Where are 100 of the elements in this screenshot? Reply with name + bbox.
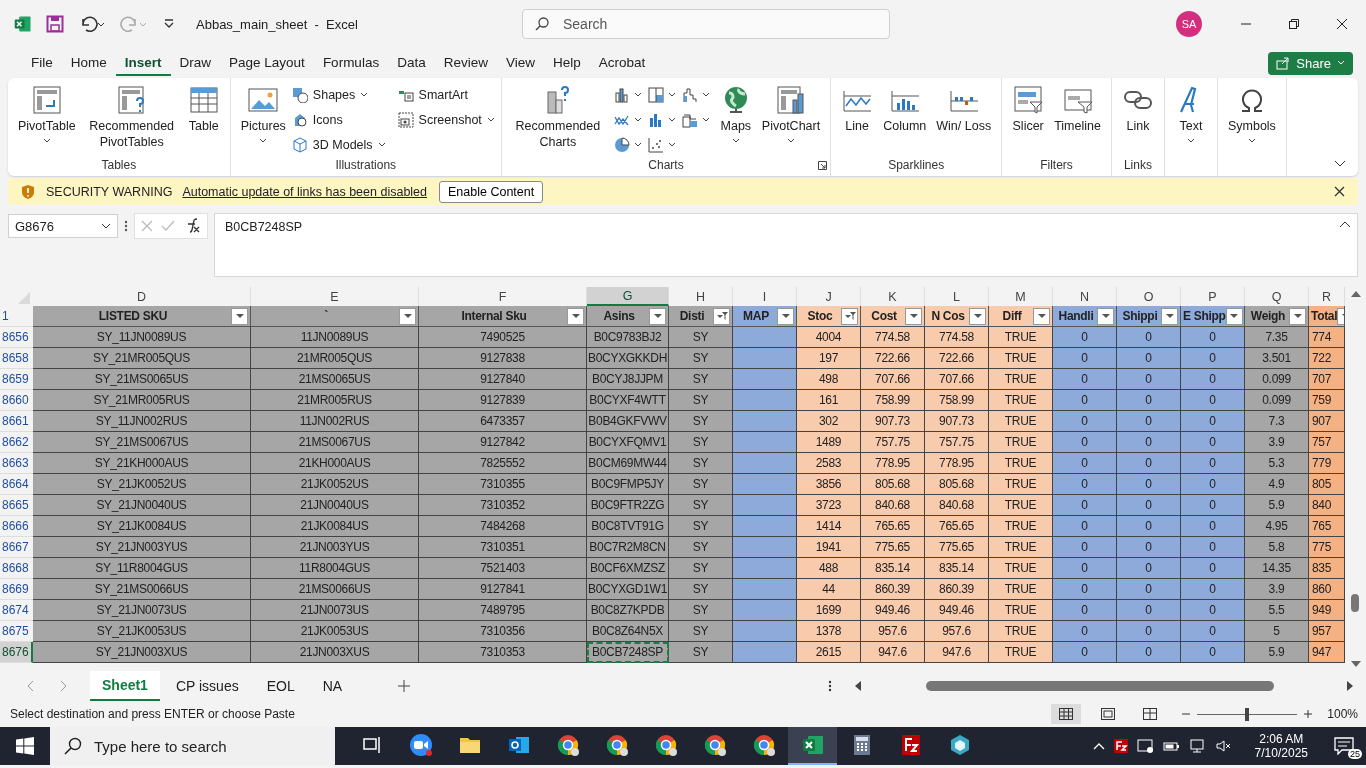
zoom-slider-thumb[interactable] <box>1245 707 1250 721</box>
menu-tab[interactable]: Help <box>543 50 590 76</box>
ribbon-button[interactable]: Recommended Charts <box>507 82 608 158</box>
ribbon-button[interactable]: Table <box>183 82 224 158</box>
table-cell <box>733 516 797 537</box>
ribbon-button[interactable]: Column <box>879 82 931 158</box>
ribbon-button[interactable]: Line <box>837 82 878 158</box>
row-header[interactable]: 8676 <box>0 642 33 663</box>
filter-button[interactable] <box>1225 307 1243 325</box>
clock-date[interactable]: 7/10/2025 <box>1254 746 1308 760</box>
taskbar-search-field[interactable]: Type here to search <box>50 727 335 765</box>
ribbon-button[interactable]: Symbols <box>1223 82 1280 158</box>
letter-heading[interactable]: G <box>587 287 669 306</box>
menu-tab[interactable]: Page Layout <box>220 50 314 76</box>
ribbon-button[interactable]: Link <box>1117 82 1158 158</box>
table-cell: 0 <box>1117 558 1181 579</box>
share-button[interactable]: Share <box>1268 51 1353 75</box>
table-cell: 21JN003XUS <box>251 642 419 663</box>
save-icon[interactable] <box>46 15 64 33</box>
ribbon-button[interactable]: SmartArt <box>397 82 495 107</box>
ribbon-button[interactable]: Recommended PivotTables <box>81 82 182 158</box>
ribbon-button[interactable]: Shapes <box>291 82 386 107</box>
screen-icon[interactable] <box>1136 738 1155 754</box>
ribbon-button[interactable]: Slicer <box>1008 82 1049 158</box>
scrollbar-thumb[interactable] <box>926 681 1275 691</box>
add-sheet-icon[interactable] <box>398 680 411 692</box>
filter-button[interactable] <box>777 307 794 325</box>
ribbon-button[interactable]: Icons <box>291 107 386 132</box>
table-cell: 21MS0066US <box>251 579 419 600</box>
table-cell: 21JN0040US <box>251 495 419 516</box>
menu-tab[interactable]: Data <box>388 50 435 76</box>
scroll-down-icon[interactable] <box>1350 660 1361 668</box>
table-cell: 860.39 <box>861 579 925 600</box>
ribbon-button[interactable]: 3D Models <box>291 132 386 157</box>
maximize-icon[interactable] <box>1288 18 1300 30</box>
zoom-in-icon[interactable] <box>1303 709 1314 719</box>
filter-button[interactable] <box>399 307 416 325</box>
checkmark-icon[interactable] <box>161 220 175 232</box>
ribbon-button[interactable]: Screenshot <box>397 107 495 132</box>
table-cell: 0 <box>1181 621 1245 642</box>
close-icon[interactable] <box>1334 186 1345 197</box>
dialog-launcher-icon[interactable] <box>818 161 828 170</box>
filter-button[interactable] <box>567 307 584 325</box>
filter-button[interactable] <box>1033 307 1050 325</box>
scroll-up-icon[interactable] <box>1350 290 1361 298</box>
more-options-icon[interactable] <box>828 679 833 693</box>
name-box[interactable]: G8676 <box>8 214 118 238</box>
scroll-left-icon[interactable] <box>854 681 863 691</box>
formula-field[interactable]: B0CB7248SP <box>214 213 1358 277</box>
menu-tab[interactable]: Insert <box>115 50 171 76</box>
previous-sheet-icon[interactable] <box>26 680 36 692</box>
filter-button[interactable] <box>713 307 730 325</box>
filter-button[interactable] <box>649 307 666 325</box>
search-field[interactable]: Search <box>522 9 890 39</box>
ribbon-button[interactable]: PivotTable <box>14 82 80 158</box>
table-cell: 0 <box>1053 369 1117 390</box>
filter-button[interactable] <box>1161 307 1178 325</box>
sheet-tab[interactable]: EOL <box>254 672 307 700</box>
next-sheet-icon[interactable] <box>58 680 68 692</box>
ftp-app-icon[interactable] <box>1112 738 1129 754</box>
clock-time[interactable]: 2:06 AM <box>1259 732 1304 746</box>
filter-button[interactable] <box>905 307 922 325</box>
filter-button[interactable] <box>1289 307 1306 325</box>
sheet-tab[interactable]: CP issues <box>163 672 251 700</box>
ribbon-button[interactable]: Timeline <box>1050 82 1105 158</box>
user-avatar[interactable]: SA <box>1176 11 1202 37</box>
menu-tab[interactable]: Formulas <box>313 50 389 76</box>
sheet-tab[interactable]: Sheet1 <box>90 671 160 701</box>
enable-content-button[interactable]: Enable Content <box>439 180 544 203</box>
chevron-up-icon[interactable] <box>1092 742 1105 750</box>
menu-tab[interactable]: Acrobat <box>589 50 655 76</box>
menu-tab[interactable]: View <box>496 50 544 76</box>
sheet-tab[interactable]: NA <box>310 672 355 700</box>
collapse-icon[interactable] <box>1339 220 1351 228</box>
network-icon[interactable] <box>1188 738 1207 754</box>
ribbon-button[interactable]: Pictures <box>236 82 290 158</box>
close-icon[interactable] <box>1336 18 1348 30</box>
zoom-level[interactable]: 100% <box>1327 707 1358 721</box>
windows-start-icon[interactable] <box>16 737 34 755</box>
view-button[interactable] <box>1051 704 1082 724</box>
ribbon-button[interactable]: Text <box>1170 82 1211 158</box>
ribbon-button[interactable]: Maps <box>715 82 756 158</box>
muted-speaker-icon[interactable] <box>1214 738 1233 754</box>
filter-button[interactable] <box>1097 307 1114 325</box>
header-text: Asins <box>602 309 636 323</box>
more-options-icon[interactable] <box>124 219 128 233</box>
collapse-ribbon-icon[interactable] <box>1334 160 1346 168</box>
menu-tab[interactable]: Draw <box>170 50 221 76</box>
menu-tab[interactable]: Review <box>434 50 497 76</box>
filter-button[interactable] <box>969 307 986 325</box>
ribbon-button[interactable]: PivotChart <box>757 82 825 158</box>
filter-button[interactable] <box>231 307 248 325</box>
menu-tab[interactable]: Home <box>61 50 116 76</box>
scroll-right-icon[interactable] <box>1346 681 1355 691</box>
menu-tab[interactable]: File <box>22 50 62 76</box>
table-cell: 197 <box>797 348 861 369</box>
filter-button[interactable] <box>841 307 858 325</box>
ribbon-button[interactable]: Win/ Loss <box>932 82 996 158</box>
warning-link[interactable]: Automatic update of links has been disabled <box>182 184 427 199</box>
scrollbar-thumb[interactable] <box>1351 594 1359 612</box>
